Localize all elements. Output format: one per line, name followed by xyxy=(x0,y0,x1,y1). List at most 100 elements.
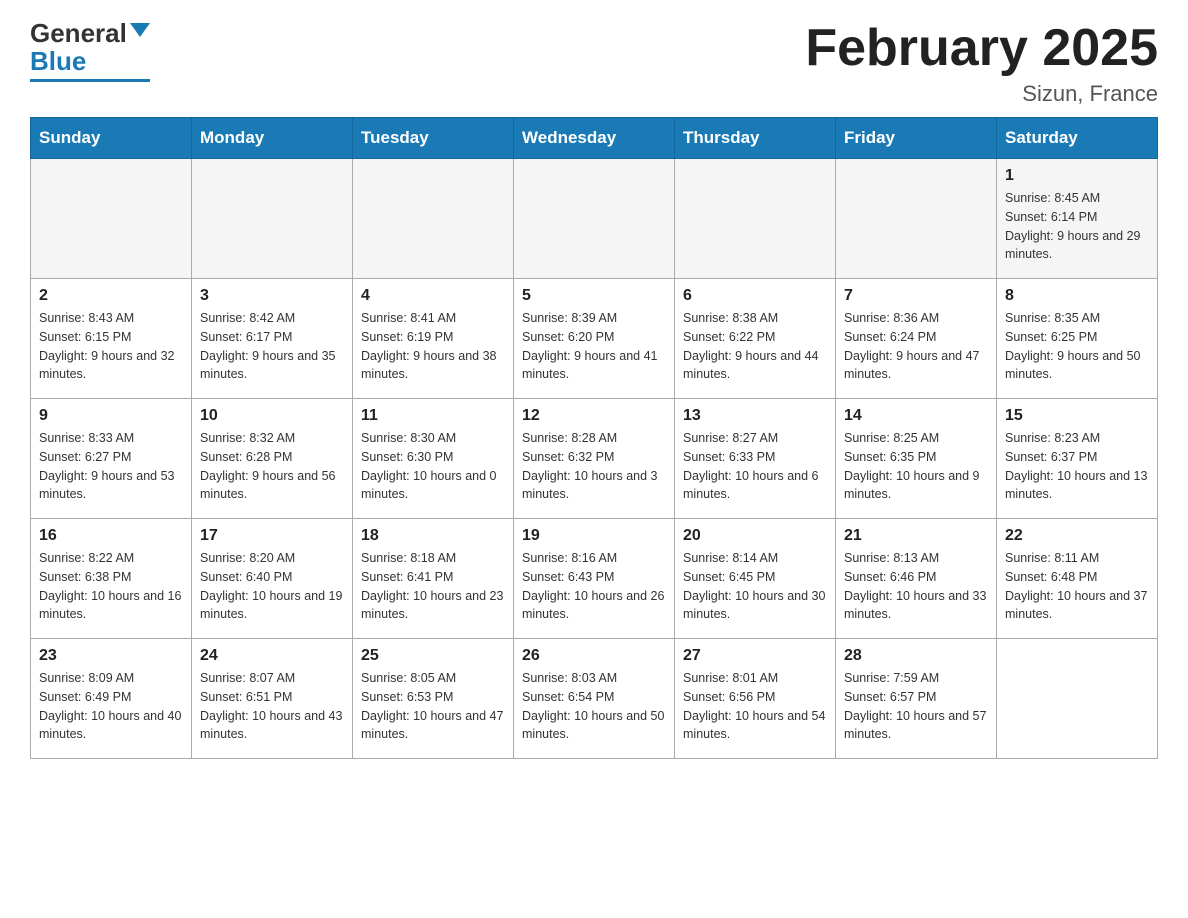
day-info: Sunrise: 8:25 AM Sunset: 6:35 PM Dayligh… xyxy=(844,429,988,504)
logo-underline xyxy=(30,79,150,82)
calendar-cell: 9 Sunrise: 8:33 AM Sunset: 6:27 PM Daylig… xyxy=(31,399,192,519)
week-row-0: 1Sunrise: 8:45 AM Sunset: 6:14 PM Daylig… xyxy=(31,159,1158,279)
calendar-cell: 24Sunrise: 8:07 AM Sunset: 6:51 PM Dayli… xyxy=(192,639,353,759)
day-number: 16 xyxy=(39,527,183,545)
calendar-cell: 28 Sunrise: 7:59 AM Sunset: 6:57 PM Dayli… xyxy=(836,639,997,759)
day-number: 5 xyxy=(522,287,666,305)
day-number: 2 xyxy=(39,287,183,305)
logo: General Blue xyxy=(30,20,150,82)
day-info: Sunrise: 8:16 AM Sunset: 6:43 PM Dayligh… xyxy=(522,549,666,624)
calendar-cell: 8 Sunrise: 8:35 AM Sunset: 6:25 PM Daylig… xyxy=(997,279,1158,399)
day-number: 28 xyxy=(844,647,988,665)
day-info: Sunrise: 8:20 AM Sunset: 6:40 PM Dayligh… xyxy=(200,549,344,624)
main-title: February 2025 xyxy=(805,20,1158,77)
header-row: SundayMondayTuesdayWednesdayThursdayFrid… xyxy=(31,118,1158,159)
calendar-cell: 6Sunrise: 8:38 AM Sunset: 6:22 PM Daylig… xyxy=(675,279,836,399)
day-info: Sunrise: 8:05 AM Sunset: 6:53 PM Dayligh… xyxy=(361,669,505,744)
day-info: Sunrise: 8:36 AM Sunset: 6:24 PM Dayligh… xyxy=(844,309,988,384)
logo-triangle-icon xyxy=(130,23,150,37)
logo-blue-text: Blue xyxy=(30,46,86,77)
header-day-monday: Monday xyxy=(192,118,353,159)
calendar-cell: 21 Sunrise: 8:13 AM Sunset: 6:46 PM Dayli… xyxy=(836,519,997,639)
day-number: 22 xyxy=(1005,527,1149,545)
day-number: 10 xyxy=(200,407,344,425)
header-day-thursday: Thursday xyxy=(675,118,836,159)
calendar-cell: 13 Sunrise: 8:27 AM Sunset: 6:33 PM Dayli… xyxy=(675,399,836,519)
day-info: Sunrise: 8:01 AM Sunset: 6:56 PM Dayligh… xyxy=(683,669,827,744)
day-number: 1 xyxy=(1005,167,1149,185)
location-subtitle: Sizun, France xyxy=(805,81,1158,107)
day-info: Sunrise: 8:03 AM Sunset: 6:54 PM Dayligh… xyxy=(522,669,666,744)
header-day-wednesday: Wednesday xyxy=(514,118,675,159)
header-day-sunday: Sunday xyxy=(31,118,192,159)
calendar-cell: 11 Sunrise: 8:30 AM Sunset: 6:30 PM Dayli… xyxy=(353,399,514,519)
day-number: 12 xyxy=(522,407,666,425)
calendar-header: SundayMondayTuesdayWednesdayThursdayFrid… xyxy=(31,118,1158,159)
day-info: Sunrise: 8:13 AM Sunset: 6:46 PM Dayligh… xyxy=(844,549,988,624)
header-day-saturday: Saturday xyxy=(997,118,1158,159)
calendar-cell: 23 Sunrise: 8:09 AM Sunset: 6:49 PM Dayli… xyxy=(31,639,192,759)
calendar-cell: 20 Sunrise: 8:14 AM Sunset: 6:45 PM Dayli… xyxy=(675,519,836,639)
day-number: 27 xyxy=(683,647,827,665)
calendar-cell: 4Sunrise: 8:41 AM Sunset: 6:19 PM Daylig… xyxy=(353,279,514,399)
calendar-cell: 10Sunrise: 8:32 AM Sunset: 6:28 PM Dayli… xyxy=(192,399,353,519)
day-info: Sunrise: 8:22 AM Sunset: 6:38 PM Dayligh… xyxy=(39,549,183,624)
day-info: Sunrise: 8:14 AM Sunset: 6:45 PM Dayligh… xyxy=(683,549,827,624)
week-row-3: 16 Sunrise: 8:22 AM Sunset: 6:38 PM Dayli… xyxy=(31,519,1158,639)
calendar-cell: 7 Sunrise: 8:36 AM Sunset: 6:24 PM Daylig… xyxy=(836,279,997,399)
title-section: February 2025 Sizun, France xyxy=(805,20,1158,107)
calendar-body: 1Sunrise: 8:45 AM Sunset: 6:14 PM Daylig… xyxy=(31,159,1158,759)
page-header: General Blue February 2025 Sizun, France xyxy=(30,20,1158,107)
day-number: 23 xyxy=(39,647,183,665)
day-number: 15 xyxy=(1005,407,1149,425)
day-info: Sunrise: 8:30 AM Sunset: 6:30 PM Dayligh… xyxy=(361,429,505,504)
day-info: Sunrise: 8:43 AM Sunset: 6:15 PM Dayligh… xyxy=(39,309,183,384)
day-number: 7 xyxy=(844,287,988,305)
day-number: 11 xyxy=(361,407,505,425)
calendar-cell: 2 Sunrise: 8:43 AM Sunset: 6:15 PM Daylig… xyxy=(31,279,192,399)
header-day-tuesday: Tuesday xyxy=(353,118,514,159)
week-row-1: 2 Sunrise: 8:43 AM Sunset: 6:15 PM Daylig… xyxy=(31,279,1158,399)
day-info: Sunrise: 8:41 AM Sunset: 6:19 PM Dayligh… xyxy=(361,309,505,384)
calendar-cell xyxy=(192,159,353,279)
day-number: 14 xyxy=(844,407,988,425)
calendar-cell: 25 Sunrise: 8:05 AM Sunset: 6:53 PM Dayli… xyxy=(353,639,514,759)
calendar-cell: 3 Sunrise: 8:42 AM Sunset: 6:17 PM Daylig… xyxy=(192,279,353,399)
day-number: 21 xyxy=(844,527,988,545)
day-number: 24 xyxy=(200,647,344,665)
day-info: Sunrise: 8:35 AM Sunset: 6:25 PM Dayligh… xyxy=(1005,309,1149,384)
day-info: Sunrise: 8:27 AM Sunset: 6:33 PM Dayligh… xyxy=(683,429,827,504)
calendar-cell: 18Sunrise: 8:18 AM Sunset: 6:41 PM Dayli… xyxy=(353,519,514,639)
week-row-4: 23 Sunrise: 8:09 AM Sunset: 6:49 PM Dayli… xyxy=(31,639,1158,759)
day-number: 8 xyxy=(1005,287,1149,305)
calendar-cell xyxy=(836,159,997,279)
day-info: Sunrise: 8:39 AM Sunset: 6:20 PM Dayligh… xyxy=(522,309,666,384)
day-number: 25 xyxy=(361,647,505,665)
day-info: Sunrise: 7:59 AM Sunset: 6:57 PM Dayligh… xyxy=(844,669,988,744)
calendar-cell: 12Sunrise: 8:28 AM Sunset: 6:32 PM Dayli… xyxy=(514,399,675,519)
day-info: Sunrise: 8:42 AM Sunset: 6:17 PM Dayligh… xyxy=(200,309,344,384)
day-number: 26 xyxy=(522,647,666,665)
calendar-cell: 5 Sunrise: 8:39 AM Sunset: 6:20 PM Daylig… xyxy=(514,279,675,399)
logo-general-text: General xyxy=(30,20,127,46)
calendar-cell: 17 Sunrise: 8:20 AM Sunset: 6:40 PM Dayli… xyxy=(192,519,353,639)
calendar-cell xyxy=(675,159,836,279)
header-day-friday: Friday xyxy=(836,118,997,159)
day-info: Sunrise: 8:09 AM Sunset: 6:49 PM Dayligh… xyxy=(39,669,183,744)
calendar-cell: 1Sunrise: 8:45 AM Sunset: 6:14 PM Daylig… xyxy=(997,159,1158,279)
day-number: 13 xyxy=(683,407,827,425)
calendar-cell: 14 Sunrise: 8:25 AM Sunset: 6:35 PM Dayli… xyxy=(836,399,997,519)
calendar-cell xyxy=(31,159,192,279)
calendar-cell xyxy=(353,159,514,279)
day-number: 3 xyxy=(200,287,344,305)
day-info: Sunrise: 8:23 AM Sunset: 6:37 PM Dayligh… xyxy=(1005,429,1149,504)
day-info: Sunrise: 8:33 AM Sunset: 6:27 PM Dayligh… xyxy=(39,429,183,504)
calendar-cell xyxy=(997,639,1158,759)
day-number: 17 xyxy=(200,527,344,545)
day-number: 9 xyxy=(39,407,183,425)
day-number: 20 xyxy=(683,527,827,545)
week-row-2: 9 Sunrise: 8:33 AM Sunset: 6:27 PM Daylig… xyxy=(31,399,1158,519)
day-info: Sunrise: 8:11 AM Sunset: 6:48 PM Dayligh… xyxy=(1005,549,1149,624)
calendar-cell: 27 Sunrise: 8:01 AM Sunset: 6:56 PM Dayli… xyxy=(675,639,836,759)
calendar-cell: 22 Sunrise: 8:11 AM Sunset: 6:48 PM Dayli… xyxy=(997,519,1158,639)
